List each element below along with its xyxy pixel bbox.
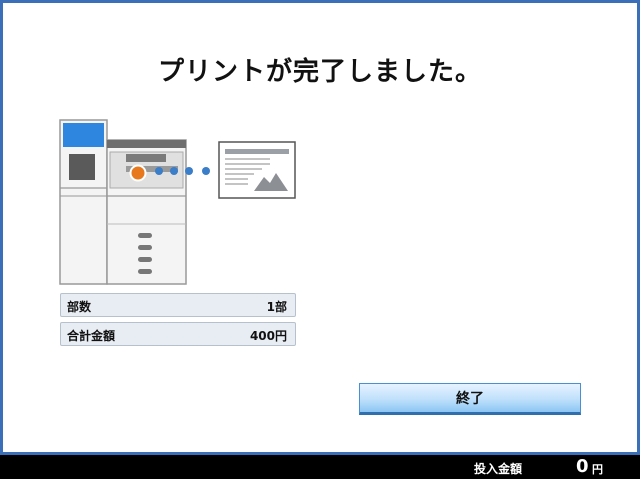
end-button[interactable]: 終了 [359, 383, 581, 415]
total-label: 合計金額 [67, 329, 116, 343]
copies-value: 1部 [266, 300, 287, 314]
printer-illustration-icon [59, 119, 187, 285]
main-panel: プリントが完了しました。 部数 1部 合計金額 400円 終了 [0, 0, 640, 455]
document-icon [218, 141, 296, 199]
inserted-amount-value: 0 [576, 456, 589, 477]
page-title: プリントが完了しました。 [157, 57, 482, 87]
total-row: 合計金額 400円 [60, 322, 296, 346]
copies-row: 部数 1部 [60, 293, 296, 317]
status-bar: 投入金額 0 円 [0, 455, 640, 479]
inserted-amount-label: 投入金額 [474, 462, 523, 476]
inserted-amount-unit: 円 [592, 463, 603, 476]
connection-dots-icon [155, 167, 210, 175]
total-value: 400円 [249, 329, 287, 343]
copies-label: 部数 [67, 300, 92, 314]
